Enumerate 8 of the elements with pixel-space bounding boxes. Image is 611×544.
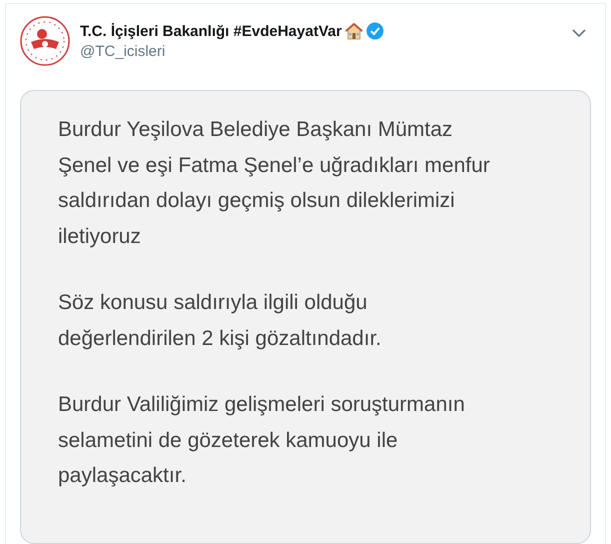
house-icon	[344, 22, 363, 40]
paragraph: Burdur Valiliğimiz gelişmeleri soruşturmanın selametini de gözeterek kamuoyu ile paylaşacaktır.	[58, 392, 465, 489]
user-handle[interactable]: @TC_icisleri	[80, 43, 166, 60]
author-name[interactable]: T.C. İçişleri Bakanlığı #EvdeHayatVar	[80, 22, 342, 40]
paragraph: Söz konusu saldırıyla ilgili olduğu değerlendirilen 2 kişi gözaltındadır.	[58, 290, 382, 352]
avatar-icon[interactable]	[20, 16, 70, 66]
chevron-down-icon[interactable]	[571, 28, 587, 38]
paragraph: Burdur Yeşilova Belediye Başkanı Mümtaz Şenel ve eşi Fatma Şenel’e uğradıkları menfur saldırıdan dolayı geçmiş olsun dileklerimizi iletiyoruz	[58, 117, 490, 250]
